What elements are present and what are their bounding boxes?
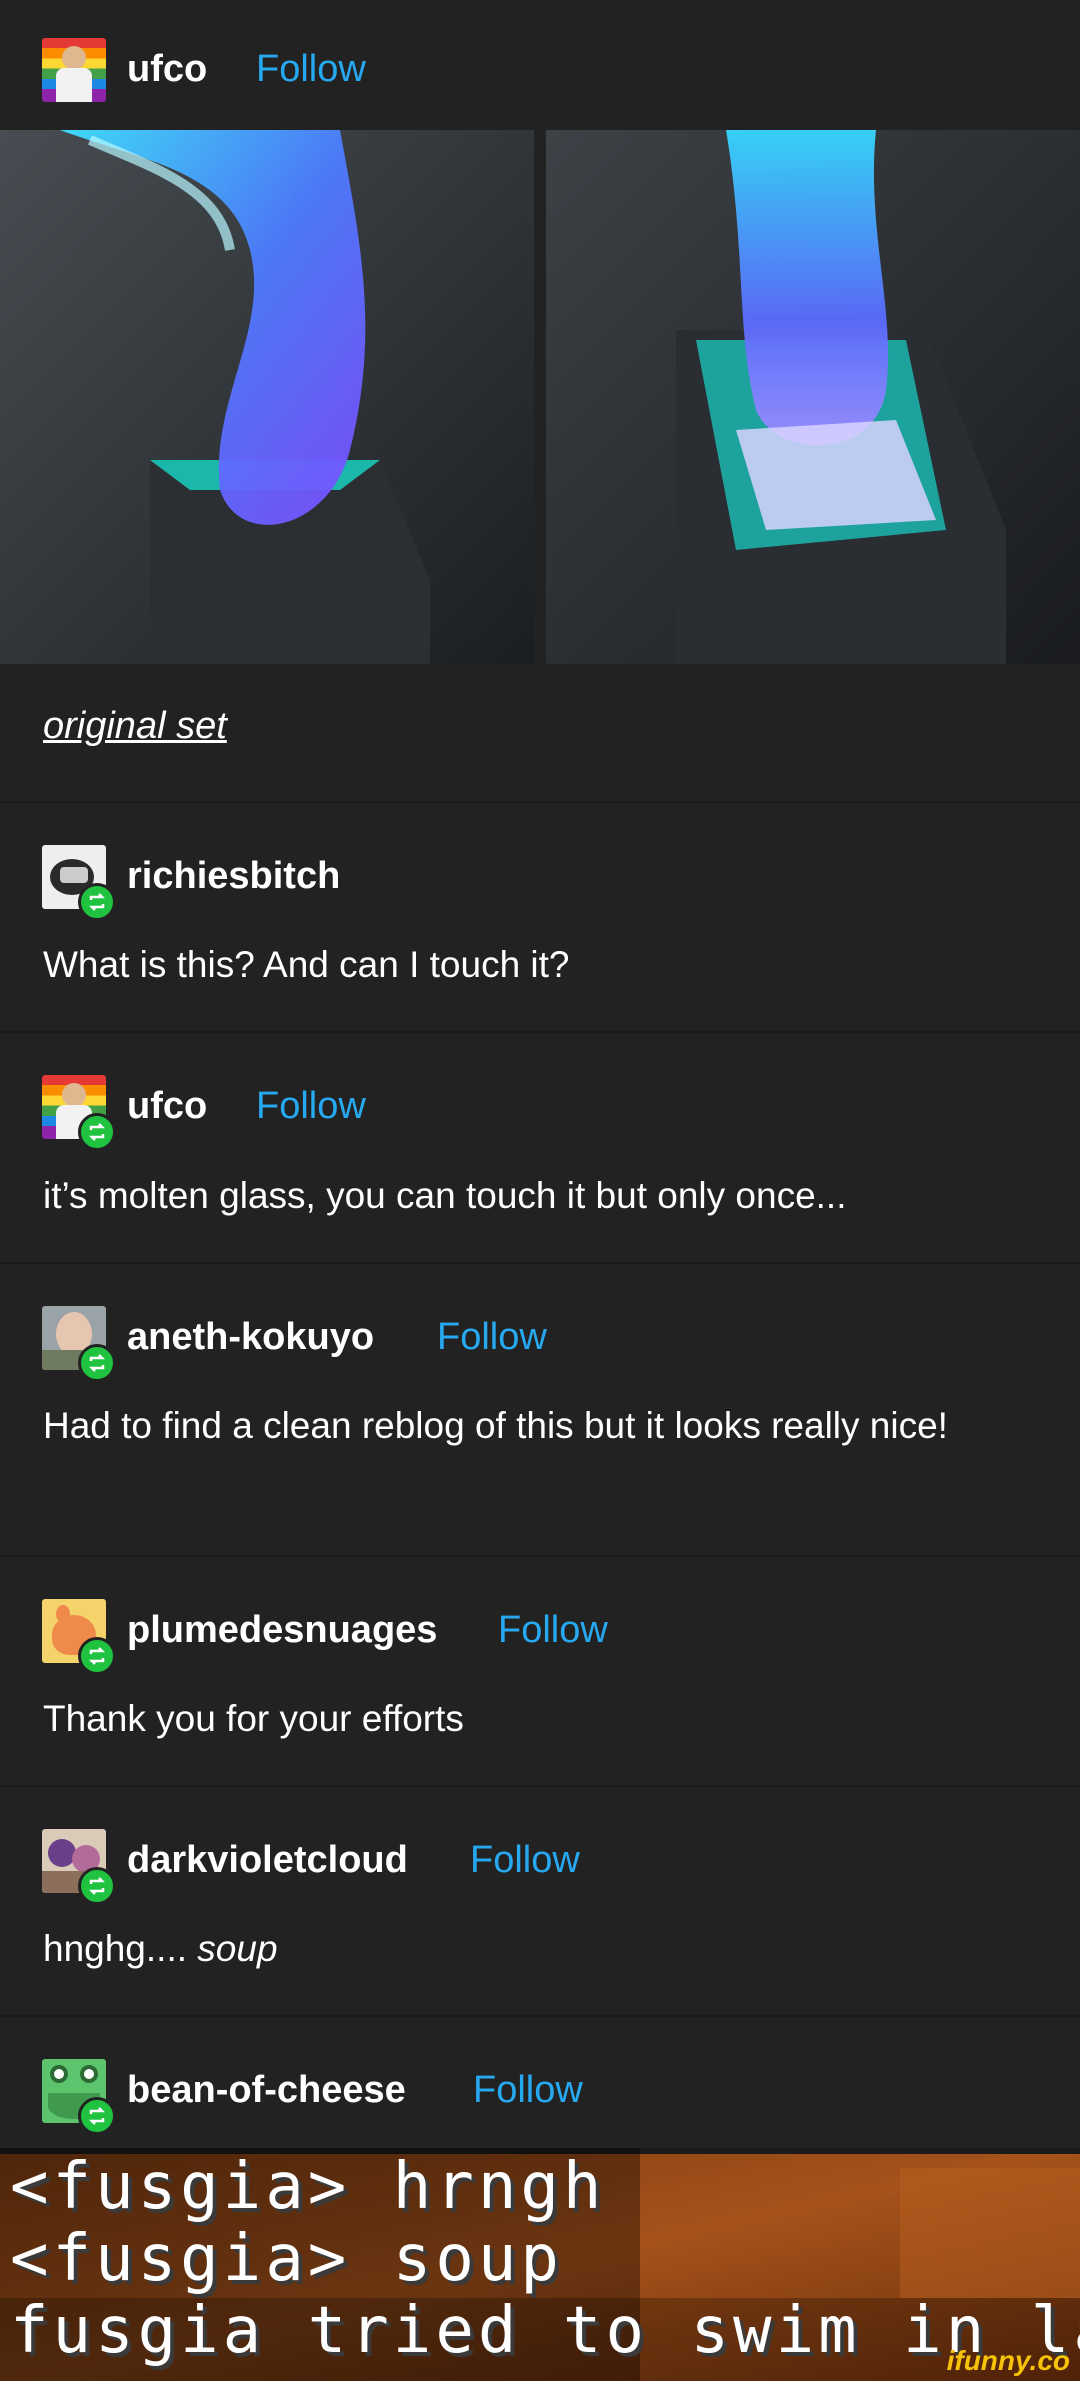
meme-chat-line: <fusgia> soup	[10, 2222, 563, 2296]
divider	[0, 2015, 1080, 2017]
photoset	[0, 130, 1080, 664]
reblog-username[interactable]: bean-of-cheese	[127, 2069, 406, 2112]
op-username[interactable]: ufco	[127, 48, 207, 91]
follow-button[interactable]: Follow	[473, 2069, 583, 2112]
divider	[0, 1262, 1080, 1264]
meme-chat-line: <fusgia> hrngh	[10, 2150, 606, 2224]
reblog-icon	[78, 2097, 116, 2135]
reblog-icon	[78, 1113, 116, 1151]
divider	[0, 801, 1080, 803]
reblog-text-plain: hnghg....	[43, 1928, 198, 1969]
meme-chat-line: fusgia tried to swim in lava	[10, 2294, 1080, 2368]
molten-glass-photo-left[interactable]	[0, 130, 534, 664]
ifunny-watermark: ifunny.co	[946, 2345, 1070, 2376]
op-avatar[interactable]	[42, 38, 106, 102]
reblog-avatar[interactable]	[42, 2059, 116, 2135]
follow-button[interactable]: Follow	[498, 1609, 608, 1652]
follow-button[interactable]: Follow	[437, 1316, 547, 1359]
divider	[0, 1555, 1080, 1557]
molten-glass-photo-right[interactable]	[546, 130, 1080, 664]
original-set-link[interactable]: original set	[43, 705, 227, 748]
reblog-text: What is this? And can I touch it?	[43, 944, 570, 985]
reblog-avatar[interactable]	[42, 1075, 116, 1151]
reblog-username[interactable]: richiesbitch	[127, 855, 340, 898]
reblog-text: hnghg.... soup	[43, 1919, 1043, 1979]
reblog-username[interactable]: darkvioletcloud	[127, 1839, 408, 1882]
reblog-icon	[78, 883, 116, 921]
reblog-icon	[78, 1867, 116, 1905]
reblog-text: it’s molten glass, you can touch it but …	[43, 1175, 847, 1216]
follow-button[interactable]: Follow	[256, 1085, 366, 1128]
divider	[0, 1785, 1080, 1787]
reblog-username[interactable]: plumedesnuages	[127, 1609, 437, 1652]
reblog-avatar[interactable]	[42, 1829, 116, 1905]
reblog-avatar[interactable]	[42, 845, 116, 921]
post-header: ufco Follow	[0, 0, 1080, 130]
reblog-icon	[78, 1344, 116, 1382]
reblog-username[interactable]: aneth-kokuyo	[127, 1316, 374, 1359]
reblog-avatar[interactable]	[42, 1306, 116, 1382]
reblog-text: Had to find a clean reblog of this but i…	[43, 1405, 948, 1446]
reblog-text-emphasis: soup	[197, 1928, 278, 1969]
minecraft-chat-meme-image: <fusgia> hrngh <fusgia> soup fusgia trie…	[0, 2148, 1080, 2381]
divider	[0, 1031, 1080, 1033]
reblog-avatar[interactable]	[42, 1599, 116, 1675]
reblog-username[interactable]: ufco	[127, 1085, 207, 1128]
reblog-icon	[78, 1637, 116, 1675]
op-follow-button[interactable]: Follow	[256, 48, 366, 91]
reblog-text: Thank you for your efforts	[43, 1698, 464, 1739]
follow-button[interactable]: Follow	[470, 1839, 580, 1882]
